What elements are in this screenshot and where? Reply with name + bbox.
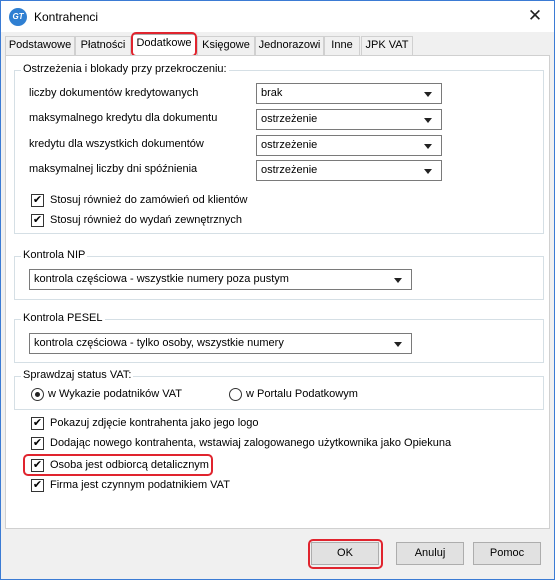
select-value: kontrola częściowa - wszystkie numery po… (34, 273, 289, 285)
total-credit-select[interactable]: ostrzeżenie (256, 135, 442, 156)
app-icon: GT (9, 8, 27, 26)
tab-inne[interactable]: Inne (324, 36, 360, 55)
row-label-max-credit: maksymalnego kredytu dla dokumentu (29, 112, 218, 124)
dropdown-arrow-icon (394, 278, 402, 283)
select-value: ostrzeżenie (261, 139, 318, 151)
tab-ksiegowe[interactable]: Księgowe (197, 36, 255, 55)
vat-status-group: Sprawdzaj status VAT: w Wykazie podatnik… (14, 369, 544, 410)
tab-jednorazowi[interactable]: Jednorazowi (255, 36, 324, 55)
check-orders-label[interactable]: Stosuj również do zamówień od klientów (50, 194, 248, 206)
highlight-retail-recipient (23, 454, 213, 476)
dropdown-arrow-icon (424, 92, 432, 97)
tab-jpk-vat[interactable]: JPK VAT (361, 36, 413, 55)
dropdown-arrow-icon (424, 118, 432, 123)
vat-status-group-title: Sprawdzaj status VAT: (21, 369, 134, 381)
title-bar[interactable]: GT Kontrahenci ✕ (1, 1, 554, 32)
assign-caretaker-checkbox[interactable]: ✔ (31, 437, 44, 450)
active-vat-payer-label[interactable]: Firma jest czynnym podatnikiem VAT (50, 479, 230, 491)
max-credit-select[interactable]: ostrzeżenie (256, 109, 442, 130)
tab-podstawowe[interactable]: Podstawowe (5, 36, 75, 55)
vat-portal-radio[interactable] (229, 388, 242, 401)
vat-wykaz-radio[interactable] (31, 388, 44, 401)
nip-group-title: Kontrola NIP (21, 249, 88, 261)
radio-dot (35, 392, 40, 397)
check-orders-checkbox[interactable]: ✔ (31, 194, 44, 207)
assign-caretaker-label[interactable]: Dodając nowego kontrahenta, wstawiaj zal… (50, 437, 451, 449)
row-label-max-days: maksymalnej liczby dni spóźnienia (29, 163, 198, 175)
highlight-ok-button (308, 539, 383, 569)
dropdown-arrow-icon (424, 169, 432, 174)
tab-platnosci[interactable]: Płatności (75, 36, 131, 55)
tab-panel-dodatkowe: Ostrzeżenia i blokady przy przekroczeniu… (5, 55, 550, 529)
warnings-group-title: Ostrzeżenia i blokady przy przekroczeniu… (21, 63, 229, 75)
pesel-select[interactable]: kontrola częściowa - tylko osoby, wszyst… (29, 333, 412, 354)
vat-wykaz-label[interactable]: w Wykazie podatników VAT (48, 388, 182, 400)
warnings-group: Ostrzeżenia i blokady przy przekroczeniu… (14, 63, 544, 234)
dropdown-arrow-icon (424, 144, 432, 149)
dropdown-arrow-icon (394, 342, 402, 347)
row-label-total-credit: kredytu dla wszystkich dokumentów (29, 138, 204, 150)
cancel-button[interactable]: Anuluj (396, 542, 464, 565)
credit-docs-select[interactable]: brak (256, 83, 442, 104)
nip-select[interactable]: kontrola częściowa - wszystkie numery po… (29, 269, 412, 290)
select-value: brak (261, 87, 283, 99)
show-photo-label[interactable]: Pokazuj zdjęcie kontrahenta jako jego lo… (50, 417, 259, 429)
pesel-group-title: Kontrola PESEL (21, 312, 105, 324)
row-label-credit-docs: liczby dokumentów kredytowanych (29, 87, 199, 99)
vat-portal-label[interactable]: w Portalu Podatkowym (246, 388, 358, 400)
select-value: ostrzeżenie (261, 113, 318, 125)
kontrahenci-dialog: GT Kontrahenci ✕ Podstawowe Płatności Do… (0, 0, 555, 580)
nip-group: Kontrola NIP kontrola częściowa - wszyst… (14, 249, 544, 300)
max-days-select[interactable]: ostrzeżenie (256, 160, 442, 181)
active-vat-payer-checkbox[interactable]: ✔ (31, 479, 44, 492)
select-value: kontrola częściowa - tylko osoby, wszyst… (34, 337, 284, 349)
help-button[interactable]: Pomoc (473, 542, 541, 565)
pesel-group: Kontrola PESEL kontrola częściowa - tylk… (14, 312, 544, 363)
window-title: Kontrahenci (34, 10, 99, 24)
select-value: ostrzeżenie (261, 164, 318, 176)
show-photo-checkbox[interactable]: ✔ (31, 417, 44, 430)
check-external-label[interactable]: Stosuj również do wydań zewnętrznych (50, 214, 242, 226)
highlight-tab-dodatkowe (131, 32, 197, 57)
close-button[interactable]: ✕ (519, 3, 551, 29)
check-external-checkbox[interactable]: ✔ (31, 214, 44, 227)
